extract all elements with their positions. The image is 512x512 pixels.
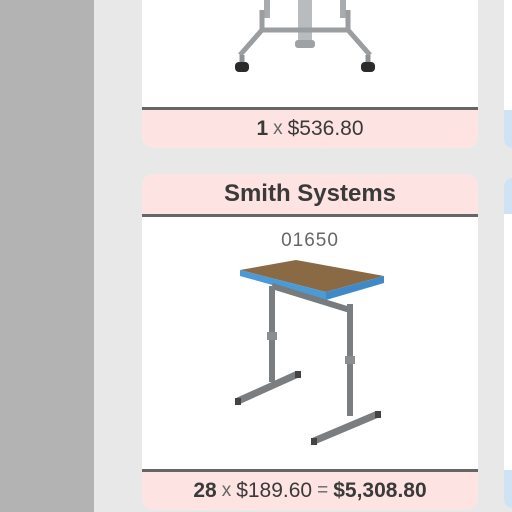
student-desk-image bbox=[235, 260, 384, 445]
neighbor-card-footer bbox=[504, 110, 512, 148]
product-card[interactable]: 1 x $536.80 bbox=[142, 0, 478, 148]
equals-symbol: = bbox=[317, 480, 329, 501]
quantity-price-footer: 1 x $536.80 bbox=[142, 107, 478, 148]
product-sku: 01650 bbox=[281, 230, 339, 251]
brand-name: Smith Systems bbox=[223, 180, 397, 207]
left-rail bbox=[0, 0, 94, 512]
quantity-value: 1 bbox=[256, 117, 269, 140]
neighbor-product-card[interactable] bbox=[504, 0, 512, 148]
product-grid: 1 x $536.80 Smith Systems 01650 28 x $18… bbox=[94, 0, 512, 512]
neighbor-card-header bbox=[504, 178, 512, 214]
times-symbol: x bbox=[221, 480, 232, 501]
neighbor-card-footer bbox=[504, 470, 512, 508]
unit-price: $536.80 bbox=[287, 117, 364, 140]
mobile-stand-base-image bbox=[235, 0, 375, 72]
neighbor-product-card[interactable] bbox=[504, 178, 512, 508]
product-card[interactable]: Smith Systems 01650 28 x $189.60 = $5,30… bbox=[142, 174, 478, 510]
quantity-price-footer: 28 x $189.60 = $5,308.80 bbox=[142, 469, 478, 510]
unit-price: $189.60 bbox=[236, 479, 313, 502]
total-price: $5,308.80 bbox=[333, 479, 427, 502]
quantity-value: 28 bbox=[193, 479, 217, 502]
brand-header: Smith Systems bbox=[142, 174, 478, 217]
times-symbol: x bbox=[273, 118, 283, 139]
